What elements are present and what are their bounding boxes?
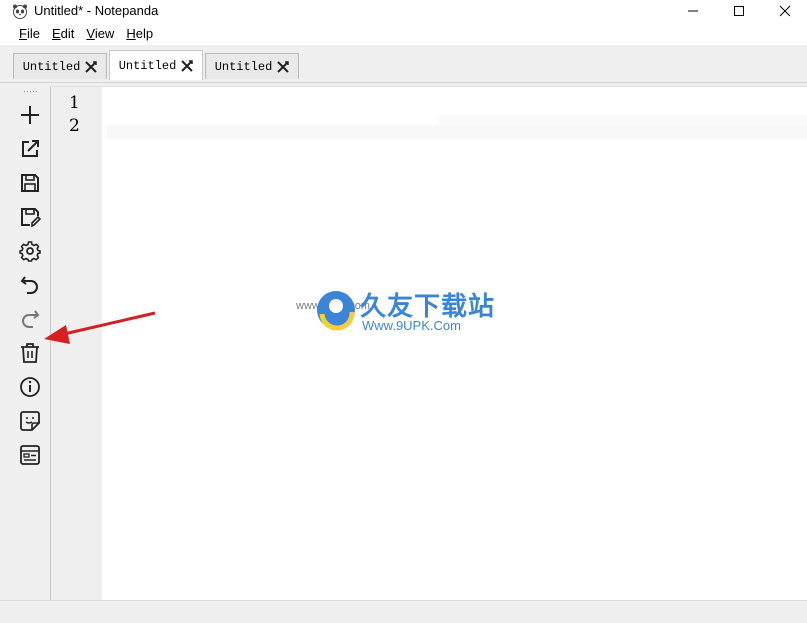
- annotation-arrow-icon: [44, 311, 156, 344]
- tab-untitled-2[interactable]: Untitled: [109, 50, 203, 80]
- tab-close-icon[interactable]: [181, 59, 194, 72]
- status-bar: [0, 600, 807, 623]
- tab-label: Untitled: [118, 58, 177, 73]
